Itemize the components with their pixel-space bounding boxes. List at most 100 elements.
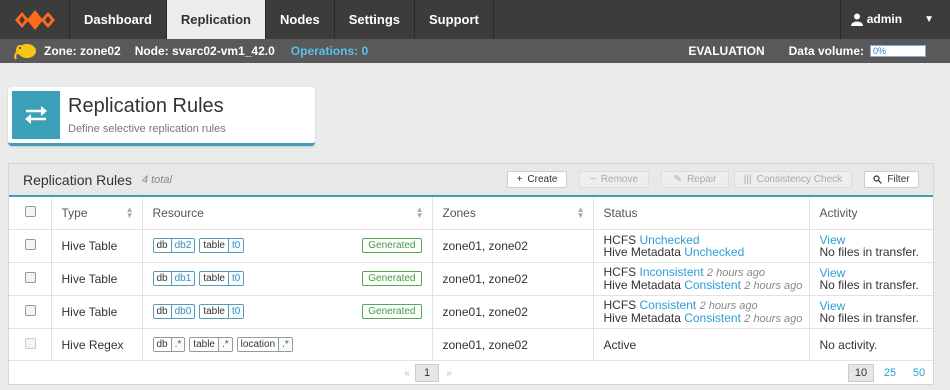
remove-button[interactable]: − Remove	[579, 171, 649, 188]
filter-label: Filter	[887, 174, 910, 185]
select-all-checkbox[interactable]	[25, 205, 36, 217]
consistency-label: Consistency Check	[756, 174, 843, 185]
zones-cell: zone01, zone02	[432, 262, 594, 296]
row-checkbox[interactable]	[25, 238, 36, 250]
nav-tab-support[interactable]: Support	[415, 0, 494, 39]
page-size-50[interactable]: 50	[906, 364, 932, 382]
status-hive-time: 2 hours ago	[744, 279, 803, 292]
resource-tag-table: table t0	[199, 271, 245, 286]
hadoop-elephant-icon	[14, 41, 40, 61]
type-cell: Hive Table	[51, 262, 143, 296]
status-hive-link[interactable]: Consistent	[684, 311, 741, 325]
wrench-icon: ✎	[673, 174, 682, 185]
generated-badge: Generated	[362, 270, 422, 286]
resource-cell: db .* table .* location .*	[142, 328, 433, 362]
page-1-button[interactable]: 1	[415, 364, 439, 382]
zones-cell: zone01, zone02	[432, 328, 594, 362]
row-checkbox[interactable]	[25, 271, 36, 283]
top-nav: Dashboard Replication Nodes Settings Sup…	[0, 0, 950, 39]
view-activity-link[interactable]: View	[820, 300, 934, 312]
filter-button[interactable]: Filter	[864, 171, 919, 188]
resource-cell: db db1 table t0 Generated	[142, 262, 433, 296]
status-hive-label: Hive Metadata	[603, 244, 681, 259]
nav-tab-dashboard[interactable]: Dashboard	[70, 0, 167, 39]
table-row[interactable]: Hive Table db db1 table t0 Generated zone0…	[9, 262, 934, 296]
resource-tag-db: db .*	[152, 337, 186, 352]
column-header-resource[interactable]: Resource ▲ ▼	[142, 197, 433, 230]
row-select-cell	[9, 229, 52, 263]
sort-icon: ▲ ▼	[576, 205, 585, 220]
create-button[interactable]: + Create	[507, 171, 567, 188]
select-all-cell	[9, 197, 52, 230]
data-volume-label: Data volume:	[788, 44, 864, 58]
resource-tag-db: db db2	[152, 238, 196, 253]
status-hcfs-link[interactable]: Inconsistent	[640, 265, 704, 279]
status-cell: HCFS Consistent 2 hours ago Hive Metadat…	[593, 295, 810, 329]
row-select-cell	[9, 295, 52, 329]
row-checkbox-disabled	[25, 337, 36, 349]
table-row[interactable]: Hive Table db db0 table t0 Generated zone0…	[9, 295, 934, 329]
status-hive-link[interactable]: Consistent	[684, 278, 741, 292]
column-header-zones[interactable]: Zones ▲ ▼	[432, 197, 594, 230]
status-hive-label: Hive Metadata	[603, 310, 681, 325]
type-cell: Hive Table	[51, 229, 143, 263]
activity-text: No files in transfer.	[819, 310, 919, 325]
rules-table: Type ▲ ▼ Resource ▲ ▼ Zones ▲ ▼ Status Activit…	[9, 197, 933, 362]
activity-cell: View No files in transfer.	[809, 262, 934, 296]
type-cell: Hive Table	[51, 295, 143, 329]
resource-tag-db: db db1	[152, 271, 196, 286]
page-title: Replication Rules	[68, 95, 224, 117]
table-row[interactable]: Hive Table db db2 table t0 Generated zone0…	[9, 229, 934, 263]
table-header-row: Type ▲ ▼ Resource ▲ ▼ Zones ▲ ▼ Status Activit…	[9, 197, 933, 230]
zone-label: Zone: zone02	[44, 44, 121, 58]
sort-icon: ▲ ▼	[125, 205, 134, 220]
row-select-cell	[9, 262, 52, 296]
zones-cell: zone01, zone02	[432, 229, 594, 263]
repair-button[interactable]: ✎ Repair	[661, 171, 729, 188]
status-hcfs-label: HCFS	[603, 264, 637, 279]
user-menu[interactable]: admin ▼	[839, 0, 950, 39]
consistency-check-button[interactable]: ||| Consistency Check	[734, 171, 852, 188]
view-activity-link[interactable]: View	[820, 234, 934, 246]
minus-icon: −	[589, 174, 596, 185]
status-hive-link[interactable]: Unchecked	[684, 245, 744, 259]
activity-text: No files in transfer.	[819, 244, 919, 259]
user-name: admin	[866, 12, 903, 26]
nav-tab-nodes[interactable]: Nodes	[266, 0, 335, 39]
view-activity-link[interactable]: View	[820, 267, 934, 279]
next-page-button[interactable]: »	[441, 364, 457, 382]
generated-badge: Generated	[362, 237, 422, 253]
resource-tag-table: table t0	[199, 238, 245, 253]
generated-badge: Generated	[362, 303, 422, 319]
nav-tab-settings[interactable]: Settings	[335, 0, 416, 39]
status-hcfs-label: HCFS	[603, 297, 637, 312]
resource-tag-table: table t0	[199, 304, 245, 319]
panel-title: Replication Rules	[23, 171, 132, 188]
status-cell: HCFS Inconsistent 2 hours ago Hive Metad…	[593, 262, 810, 296]
pagination: « 1 » 10 25 50	[9, 360, 933, 384]
column-header-type[interactable]: Type ▲ ▼	[51, 197, 143, 230]
table-row[interactable]: Hive Regex db .* table .* location .* zone0…	[9, 328, 933, 362]
plus-icon: +	[516, 174, 523, 185]
edition-label: EVALUATION	[688, 44, 765, 58]
page-size-25[interactable]: 25	[877, 364, 903, 382]
resource-tag-db: db db0	[152, 304, 196, 319]
data-volume-bar: 0%	[870, 45, 926, 57]
status-hive-label: Hive Metadata	[603, 277, 681, 292]
status-hcfs-link[interactable]: Consistent	[640, 298, 697, 312]
activity-cell: View No files in transfer.	[809, 295, 934, 329]
bars-icon: |||	[743, 174, 752, 185]
prev-page-button[interactable]: «	[399, 364, 415, 382]
nav-tab-replication[interactable]: Replication	[166, 0, 266, 39]
search-icon	[873, 175, 883, 184]
resource-tag-location: location .*	[236, 337, 293, 352]
operations-link[interactable]: Operations: 0	[291, 44, 368, 58]
rule-count: 4 total	[141, 173, 172, 186]
status-hive-time: 2 hours ago	[744, 312, 803, 325]
row-checkbox[interactable]	[25, 304, 36, 316]
resource-tag-table: table .*	[189, 337, 233, 352]
remove-label: Remove	[600, 174, 639, 185]
wandisco-logo[interactable]	[0, 0, 70, 39]
page-size-10[interactable]: 10	[848, 364, 874, 382]
